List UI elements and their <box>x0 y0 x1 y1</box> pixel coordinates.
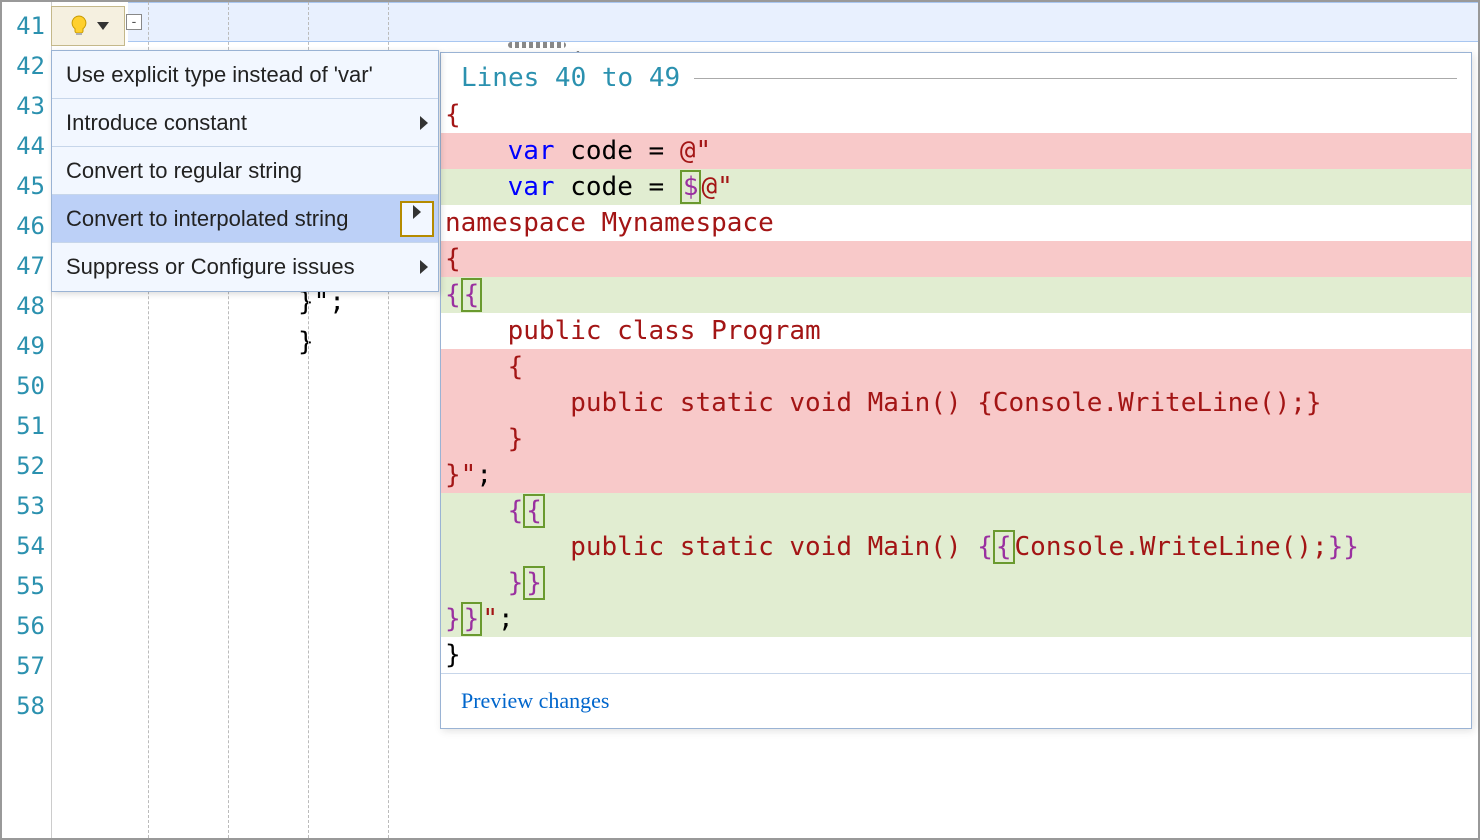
preview-header: Lines 40 to 49 <box>441 53 1471 97</box>
preview-line: var code = $@" <box>441 169 1471 205</box>
menu-item-1[interactable]: Introduce constant <box>52 99 438 147</box>
preview-line: }"; <box>441 457 1471 493</box>
menu-item-0[interactable]: Use explicit type instead of 'var' <box>52 51 438 99</box>
submenu-arrow-icon <box>420 116 428 130</box>
preview-title: Lines 40 to 49 <box>461 63 680 93</box>
preview-footer: Preview changes <box>441 673 1471 728</box>
fold-toggle[interactable]: - <box>126 14 142 30</box>
preview-line: }} <box>441 565 1471 601</box>
submenu-arrow-icon <box>420 260 428 274</box>
preview-line: } <box>441 421 1471 457</box>
preview-body: { var code = @" var code = $@"namespace … <box>441 97 1471 673</box>
preview-pane: Lines 40 to 49 { var code = @" var code … <box>440 52 1472 729</box>
line-number: 52 <box>2 446 51 486</box>
preview-line: { <box>441 97 1471 133</box>
preview-line: namespace Mynamespace <box>441 205 1471 241</box>
line-number: 55 <box>2 566 51 606</box>
line-number: 56 <box>2 606 51 646</box>
line-number: 49 <box>2 326 51 366</box>
preview-line: { <box>441 349 1471 385</box>
menu-item-label: Suppress or Configure issues <box>66 254 355 279</box>
preview-line: public class Program <box>441 313 1471 349</box>
menu-item-4[interactable]: Suppress or Configure issues <box>52 243 438 291</box>
line-number: 47 <box>2 246 51 286</box>
line-number: 45 <box>2 166 51 206</box>
line-number: 48 <box>2 286 51 326</box>
menu-item-2[interactable]: Convert to regular string <box>52 147 438 195</box>
line-number: 43 <box>2 86 51 126</box>
code-line-41[interactable]: var code = @" <box>128 2 1478 42</box>
lightbulb-icon <box>67 14 91 38</box>
menu-item-label: Use explicit type instead of 'var' <box>66 62 373 87</box>
chevron-down-icon <box>97 22 109 30</box>
preview-changes-link[interactable]: Preview changes <box>461 688 609 713</box>
quick-actions-menu: Use explicit type instead of 'var' Introd… <box>51 50 439 292</box>
line-number: 50 <box>2 366 51 406</box>
preview-line: { <box>441 241 1471 277</box>
line-number: 46 <box>2 206 51 246</box>
line-number: 57 <box>2 646 51 686</box>
preview-line: }}"; <box>441 601 1471 637</box>
submenu-arrow-icon <box>400 201 434 237</box>
preview-line: {{ <box>441 277 1471 313</box>
line-number-gutter: 414243444546474849505152535455565758 <box>2 2 52 838</box>
lightbulb-button[interactable] <box>51 6 125 46</box>
preview-line: public static void Main() {{Console.Writ… <box>441 529 1471 565</box>
menu-item-label: Introduce constant <box>66 110 247 135</box>
preview-line: } <box>441 637 1471 673</box>
preview-line: public static void Main() {Console.Write… <box>441 385 1471 421</box>
menu-item-label: Convert to interpolated string <box>66 206 349 231</box>
menu-item-3[interactable]: Convert to interpolated string <box>52 195 438 243</box>
preview-line: {{ <box>441 493 1471 529</box>
line-number: 53 <box>2 486 51 526</box>
line-number: 41 <box>2 6 51 46</box>
line-number: 51 <box>2 406 51 446</box>
preview-line: var code = @" <box>441 133 1471 169</box>
line-number: 44 <box>2 126 51 166</box>
menu-item-label: Convert to regular string <box>66 158 302 183</box>
line-number: 58 <box>2 686 51 726</box>
suggestion-indicator <box>508 42 566 48</box>
line-number: 42 <box>2 46 51 86</box>
line-number: 54 <box>2 526 51 566</box>
